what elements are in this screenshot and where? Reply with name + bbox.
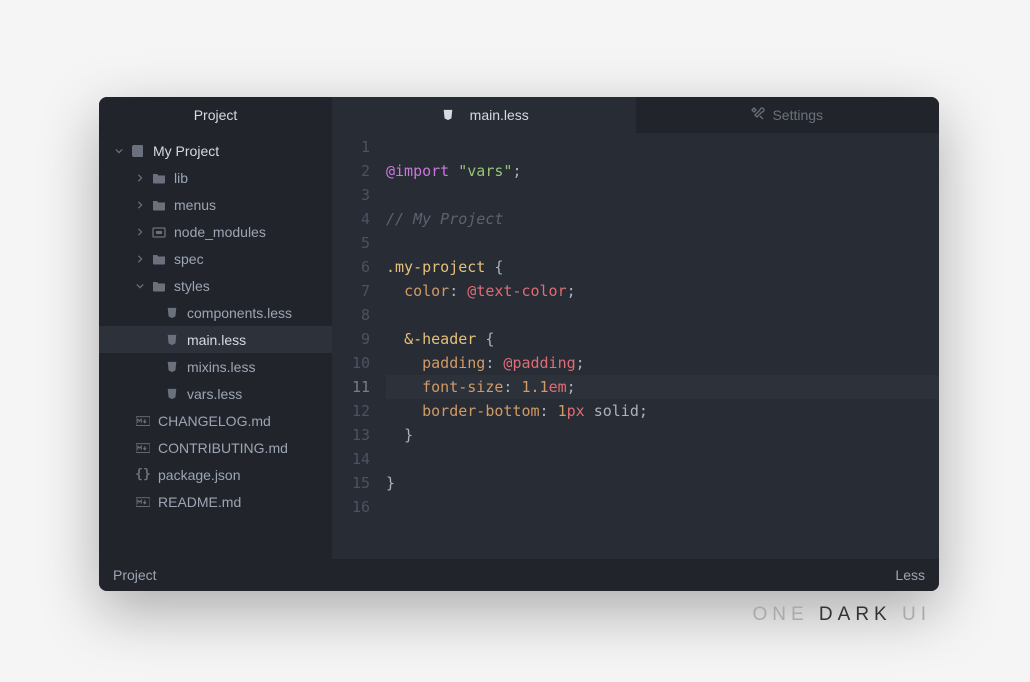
folder-icon: [150, 279, 168, 293]
folder-label: spec: [174, 251, 204, 267]
code-line-2[interactable]: @import "vars";: [386, 159, 939, 183]
tree-file-package-json[interactable]: {} package.json: [99, 461, 332, 488]
chevron-right-icon: [134, 201, 146, 209]
tab-bar: main.less Settings: [332, 97, 939, 133]
code-area[interactable]: @import "vars"; // My Project .my-projec…: [386, 135, 939, 559]
code-line-9[interactable]: &-header {: [386, 327, 939, 351]
file-label: main.less: [187, 332, 246, 348]
folder-icon: [150, 252, 168, 266]
folder-label: node_modules: [174, 224, 266, 240]
code-line-7[interactable]: color: @text-color;: [386, 279, 939, 303]
tab-label: main.less: [470, 107, 529, 123]
branding-text: ONE DARK UI: [752, 604, 931, 626]
code-line-6[interactable]: .my-project {: [386, 255, 939, 279]
less-file-icon: [439, 108, 457, 122]
tools-icon: [751, 107, 765, 124]
tab-settings[interactable]: Settings: [636, 97, 940, 133]
less-file-icon: [163, 306, 181, 320]
folder-label: styles: [174, 278, 210, 294]
code-line-11[interactable]: font-size: 1.1em;: [386, 375, 939, 399]
code-line-4[interactable]: // My Project: [386, 207, 939, 231]
code-line-13[interactable]: }: [386, 423, 939, 447]
tree-file-main-less[interactable]: main.less: [99, 326, 332, 353]
chevron-right-icon: [134, 255, 146, 263]
folder-label: menus: [174, 197, 216, 213]
code-line-12[interactable]: border-bottom: 1px solid;: [386, 399, 939, 423]
code-line-15[interactable]: }: [386, 471, 939, 495]
tree-root-label: My Project: [153, 143, 219, 159]
code-line-8[interactable]: [386, 303, 939, 327]
line-gutter: 12345678910111213141516: [332, 135, 386, 559]
main-area: Project My Project lib menus: [99, 97, 939, 559]
code-line-10[interactable]: padding: @padding;: [386, 351, 939, 375]
tree-file-readme[interactable]: README.md: [99, 488, 332, 515]
code-line-3[interactable]: [386, 183, 939, 207]
sidebar: Project My Project lib menus: [99, 97, 332, 559]
file-label: README.md: [158, 494, 241, 510]
tree-file-contributing[interactable]: CONTRIBUTING.md: [99, 434, 332, 461]
tree-file-components-less[interactable]: components.less: [99, 299, 332, 326]
tree-folder-menus[interactable]: menus: [99, 191, 332, 218]
code-line-5[interactable]: [386, 231, 939, 255]
code-line-16[interactable]: [386, 495, 939, 519]
json-file-icon: {}: [134, 468, 152, 482]
file-label: vars.less: [187, 386, 242, 402]
less-file-icon: [163, 333, 181, 347]
status-right[interactable]: Less: [895, 567, 925, 583]
file-label: CONTRIBUTING.md: [158, 440, 288, 456]
file-tree: My Project lib menus node_modules: [99, 133, 332, 515]
tree-folder-styles[interactable]: styles: [99, 272, 332, 299]
less-file-icon: [163, 387, 181, 401]
chevron-down-icon: [134, 282, 146, 290]
tree-folder-node-modules[interactable]: node_modules: [99, 218, 332, 245]
folder-label: lib: [174, 170, 188, 186]
folder-icon: [150, 198, 168, 212]
status-left[interactable]: Project: [113, 567, 157, 583]
sidebar-header: Project: [99, 97, 332, 133]
markdown-file-icon: [134, 441, 152, 455]
file-label: mixins.less: [187, 359, 255, 375]
editor-body[interactable]: 12345678910111213141516 @import "vars"; …: [332, 133, 939, 559]
chevron-down-icon: [113, 147, 125, 155]
chevron-right-icon: [134, 174, 146, 182]
tree-file-mixins-less[interactable]: mixins.less: [99, 353, 332, 380]
tree-folder-lib[interactable]: lib: [99, 164, 332, 191]
file-label: package.json: [158, 467, 241, 483]
file-label: CHANGELOG.md: [158, 413, 271, 429]
code-line-14[interactable]: [386, 447, 939, 471]
editor-window: Project My Project lib menus: [99, 97, 939, 591]
editor-panel: main.less Settings 123456789101112131415…: [332, 97, 939, 559]
folder-icon: [150, 171, 168, 185]
file-label: components.less: [187, 305, 292, 321]
less-file-icon: [163, 360, 181, 374]
repo-icon: [129, 144, 147, 158]
code-line-1[interactable]: [386, 135, 939, 159]
tree-file-changelog[interactable]: CHANGELOG.md: [99, 407, 332, 434]
chevron-right-icon: [134, 228, 146, 236]
tree-file-vars-less[interactable]: vars.less: [99, 380, 332, 407]
markdown-file-icon: [134, 495, 152, 509]
tab-main-less[interactable]: main.less: [332, 97, 636, 133]
status-bar: Project Less: [99, 559, 939, 591]
markdown-file-icon: [134, 414, 152, 428]
tab-label: Settings: [772, 107, 823, 123]
tree-folder-spec[interactable]: spec: [99, 245, 332, 272]
submodule-icon: [150, 225, 168, 239]
tree-root[interactable]: My Project: [99, 137, 332, 164]
